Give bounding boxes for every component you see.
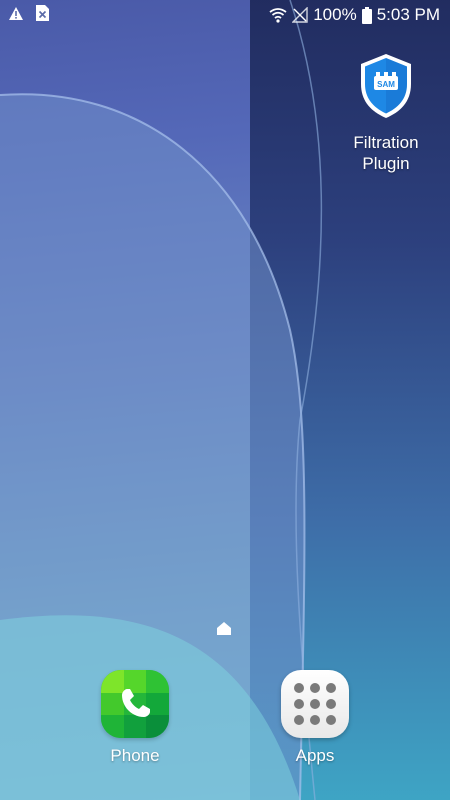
- sim-error-icon: [36, 5, 49, 21]
- phone-icon: [101, 670, 169, 738]
- status-left-icons: [8, 5, 49, 21]
- status-bar: 100% 5:03 PM: [0, 0, 450, 30]
- no-signal-icon: [291, 6, 308, 23]
- filtration-plugin-label: Filtration Plugin: [341, 132, 431, 174]
- wifi-icon: [269, 7, 287, 23]
- home-screen: 100% 5:03 PM SAM Filtration Plugin Phone…: [0, 0, 450, 800]
- phone-label: Phone: [110, 746, 160, 765]
- apps-grid-icon: [281, 670, 349, 738]
- sam-badge-text: SAM: [377, 80, 395, 89]
- battery-icon: [361, 6, 372, 24]
- label-line-2: Plugin: [362, 154, 410, 173]
- shield-sam-icon: SAM: [361, 54, 411, 118]
- apps-app[interactable]: Apps: [265, 670, 365, 766]
- status-right-icons: 100% 5:03 PM: [269, 4, 440, 26]
- apps-label: Apps: [295, 746, 335, 765]
- battery-percent: 100%: [313, 5, 357, 24]
- home-page-indicator-icon[interactable]: [216, 620, 232, 636]
- clock: 5:03 PM: [376, 5, 440, 24]
- label-line-1: Filtration: [353, 133, 419, 152]
- filtration-plugin-shortcut[interactable]: SAM Filtration Plugin: [341, 52, 431, 174]
- phone-app[interactable]: Phone: [85, 670, 185, 766]
- warning-icon: [8, 6, 24, 21]
